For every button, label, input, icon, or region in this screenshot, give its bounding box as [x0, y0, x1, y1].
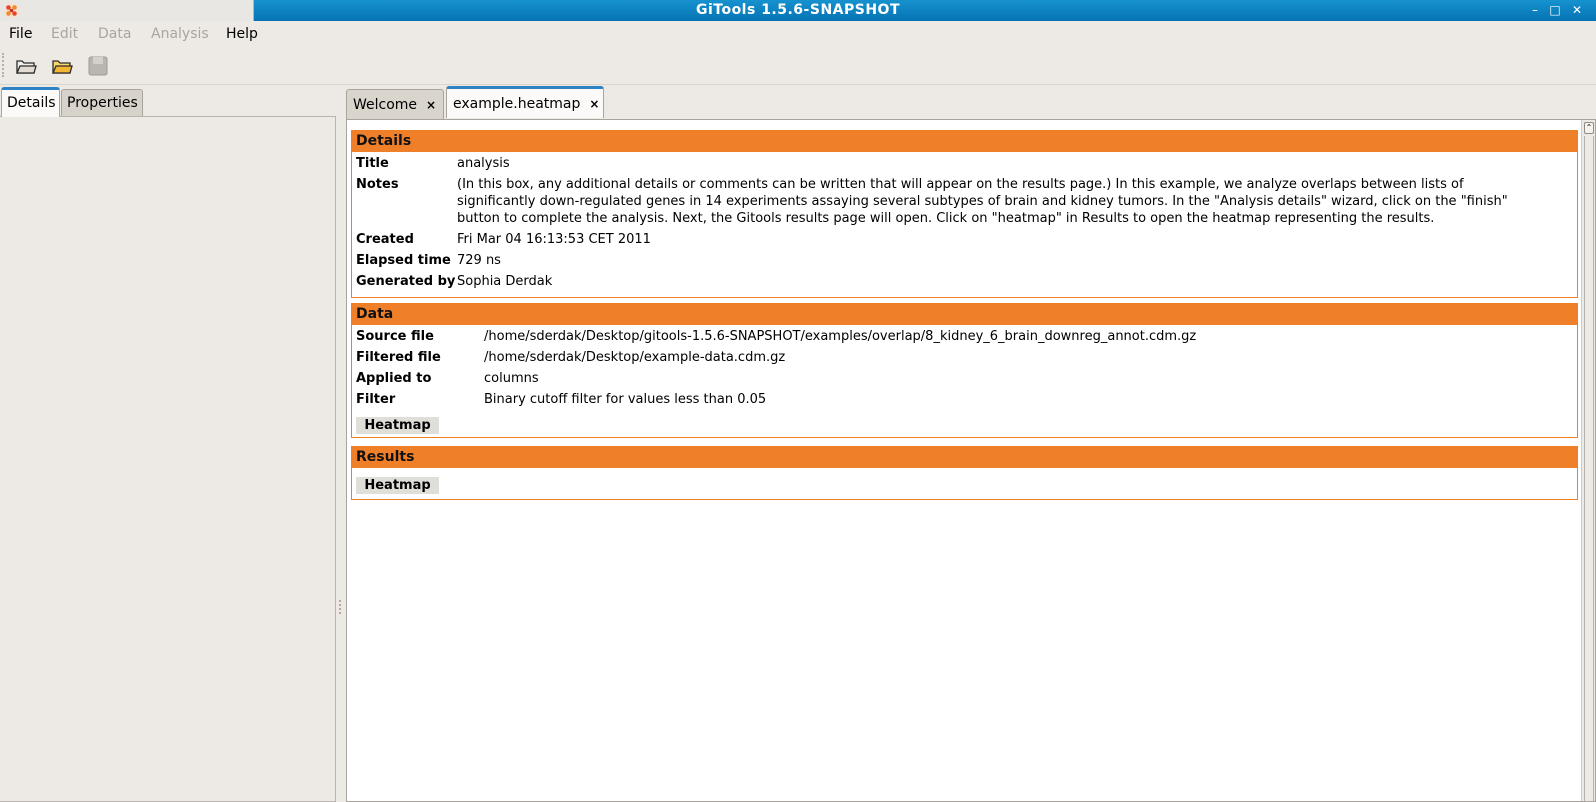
window-title: GiTools 1.5.6-SNAPSHOT	[695, 2, 901, 18]
left-panel-tabs: Details Properties	[0, 85, 336, 117]
minimize-button[interactable]: –	[1527, 2, 1543, 18]
tab-example-heatmap[interactable]: example.heatmap ×	[446, 86, 604, 118]
toolbar	[0, 47, 1596, 85]
detail-label: Generated by	[356, 274, 456, 289]
tab-details[interactable]: Details	[1, 87, 60, 117]
open-analysis-folder-icon[interactable]	[50, 54, 74, 78]
details-section: Details Title analysis Notes (In this bo…	[351, 130, 1578, 298]
detail-value: 729 ns	[457, 253, 501, 268]
details-section-header: Details	[352, 131, 1577, 152]
data-section-header: Data	[352, 304, 1577, 325]
data-value: Binary cutoff filter for values less tha…	[484, 392, 767, 407]
data-row-filter: Filter Binary cutoff filter for values l…	[352, 391, 1577, 408]
tab-welcome-label: Welcome	[353, 97, 418, 113]
notes-line: (In this box, any additional details or …	[457, 177, 1464, 192]
data-row-source-file: Source file /home/sderdak/Desktop/gitool…	[352, 328, 1577, 345]
toolbar-grip[interactable]	[2, 53, 5, 77]
tab-properties[interactable]: Properties	[61, 89, 143, 117]
title-bar: GiTools 1.5.6-SNAPSHOT – □ ✕	[0, 0, 1596, 21]
data-label: Applied to	[356, 371, 432, 386]
scrollbar-track[interactable]	[1584, 136, 1594, 801]
data-row-applied-to: Applied to columns	[352, 370, 1577, 387]
data-label: Filtered file	[356, 350, 441, 365]
results-section: Results Heatmap	[351, 446, 1578, 500]
menu-bar: File Edit Data Analysis Help	[0, 21, 1596, 47]
menu-help[interactable]: Help	[226, 26, 258, 42]
tab-welcome[interactable]: Welcome ×	[346, 89, 444, 119]
open-folder-icon[interactable]	[14, 54, 38, 78]
menu-analysis[interactable]: Analysis	[151, 26, 209, 42]
data-heatmap-button[interactable]: Heatmap	[356, 417, 439, 434]
detail-row-generated-by: Generated by Sophia Derdak	[352, 273, 1577, 290]
detail-row-title: Title analysis	[352, 155, 1577, 172]
vertical-scrollbar[interactable]: ⌃	[1581, 120, 1595, 801]
results-heatmap-button[interactable]: Heatmap	[356, 477, 439, 494]
details-panel	[0, 116, 336, 802]
data-label: Source file	[356, 329, 434, 344]
data-section: Data Source file /home/sderdak/Desktop/g…	[351, 303, 1578, 438]
results-section-header: Results	[352, 447, 1577, 468]
detail-label: Created	[356, 232, 414, 247]
data-value: /home/sderdak/Desktop/gitools-1.5.6-SNAP…	[484, 329, 1197, 344]
menu-file[interactable]: File	[9, 26, 32, 42]
detail-row-created: Created Fri Mar 04 16:13:53 CET 2011	[352, 231, 1577, 248]
notes-line: button to complete the analysis. Next, t…	[457, 211, 1435, 226]
close-tab-icon[interactable]: ×	[589, 97, 599, 111]
maximize-button[interactable]: □	[1547, 2, 1563, 18]
detail-value: Fri Mar 04 16:13:53 CET 2011	[457, 232, 651, 247]
close-tab-icon[interactable]: ×	[426, 98, 436, 112]
tab-example-heatmap-label: example.heatmap	[453, 96, 581, 112]
scroll-up-arrow-icon[interactable]: ⌃	[1584, 122, 1594, 134]
menu-data[interactable]: Data	[98, 26, 131, 42]
save-icon[interactable]	[86, 54, 110, 78]
detail-label: Title	[356, 156, 389, 171]
data-label: Filter	[356, 392, 396, 407]
data-value: /home/sderdak/Desktop/example-data.cdm.g…	[484, 350, 786, 365]
detail-value: Sophia Derdak	[457, 274, 553, 289]
detail-row-notes: Notes (In this box, any additional detai…	[352, 176, 1577, 227]
notes-line: significantly down-regulated genes in 14…	[457, 194, 1508, 209]
detail-label: Notes	[356, 177, 399, 192]
analysis-report-view: Details Title analysis Notes (In this bo…	[346, 119, 1596, 802]
menu-edit[interactable]: Edit	[51, 26, 78, 42]
detail-value: analysis	[457, 156, 510, 171]
split-pane-divider[interactable]	[339, 600, 343, 614]
detail-row-elapsed-time: Elapsed time 729 ns	[352, 252, 1577, 269]
detail-label: Elapsed time	[356, 253, 451, 268]
close-window-button[interactable]: ✕	[1569, 2, 1585, 18]
data-value: columns	[484, 371, 539, 386]
editor-tabs: Welcome × example.heatmap ×	[346, 86, 1596, 120]
data-row-filtered-file: Filtered file /home/sderdak/Desktop/exam…	[352, 349, 1577, 366]
notes-text: (In this box, any additional details or …	[457, 176, 1567, 227]
